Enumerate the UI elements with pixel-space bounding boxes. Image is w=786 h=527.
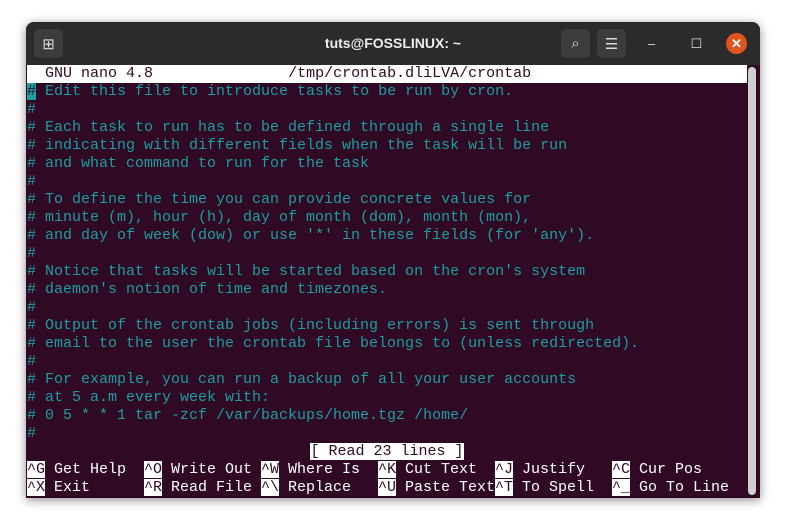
shortcut-key: ^X — [27, 479, 46, 496]
shortcut-item[interactable]: ^C Cur Pos — [612, 461, 729, 479]
shortcut-key: ^G — [27, 461, 46, 478]
close-icon: ✕ — [731, 35, 742, 51]
shortcut-label: Write Out — [162, 461, 253, 478]
hamburger-menu-icon: ☰ — [604, 35, 619, 53]
status-message: [ Read 23 lines ] — [310, 443, 464, 460]
status-line: [ Read 23 lines ] — [27, 443, 747, 461]
shortcut-item[interactable]: ^X Exit — [27, 479, 144, 497]
file-line[interactable]: # Output of the crontab jobs (including … — [27, 317, 747, 335]
file-line[interactable]: # and what command to run for the task — [27, 155, 747, 173]
shortcut-item[interactable]: ^K Cut Text — [378, 461, 495, 479]
file-line[interactable]: # Each task to run has to be defined thr… — [27, 119, 747, 137]
shortcut-label: Get Help — [45, 461, 127, 478]
search-button[interactable]: ⌕ — [561, 29, 590, 58]
minimize-icon: – — [647, 36, 656, 51]
shortcut-label: To Spell — [513, 479, 595, 496]
shortcut-key: ^U — [378, 479, 397, 496]
scrollbar[interactable] — [748, 67, 756, 495]
file-line[interactable]: # and day of week (dow) or use '*' in th… — [27, 227, 747, 245]
shortcut-item[interactable]: ^U Paste Text — [378, 479, 495, 497]
shortcut-label: Replace — [279, 479, 352, 496]
shortcut-key: ^\ — [261, 479, 280, 496]
nano-title-bar: GNU nano 4.8 /tmp/crontab.dliLVA/crontab — [27, 65, 747, 83]
nano-editor[interactable]: GNU nano 4.8 /tmp/crontab.dliLVA/crontab… — [27, 65, 747, 497]
menu-button[interactable]: ☰ — [597, 29, 626, 58]
shortcut-label: Go To Line — [630, 479, 730, 496]
file-line[interactable]: # For example, you can run a backup of a… — [27, 371, 747, 389]
header-bar: ⊞ tuts@FOSSLINUX: ~ ⌕ ☰ – ☐ ✕ — [26, 22, 760, 65]
terminal-window: ⊞ tuts@FOSSLINUX: ~ ⌕ ☰ – ☐ ✕ GNU nano 4… — [26, 22, 760, 498]
file-line[interactable]: # minute (m), hour (h), day of month (do… — [27, 209, 747, 227]
shortcut-label: Read File — [162, 479, 253, 496]
maximize-icon: ☐ — [690, 35, 703, 51]
file-line[interactable]: # — [27, 299, 747, 317]
file-content[interactable]: # Edit this file to introduce tasks to b… — [27, 83, 747, 443]
file-line[interactable]: # at 5 a.m every week with: — [27, 389, 747, 407]
file-line[interactable]: # — [27, 245, 747, 263]
shortcut-key: ^_ — [612, 479, 631, 496]
shortcut-item[interactable]: ^_ Go To Line — [612, 479, 729, 497]
file-line[interactable]: # To define the time you can provide con… — [27, 191, 747, 209]
file-line[interactable]: # daemon's notion of time and timezones. — [27, 281, 747, 299]
shortcut-key: ^W — [261, 461, 280, 478]
shortcut-item[interactable]: ^W Where Is — [261, 461, 378, 479]
file-line[interactable]: # Edit this file to introduce tasks to b… — [27, 83, 747, 101]
shortcut-item[interactable]: ^T To Spell — [495, 479, 612, 497]
shortcut-label: Exit — [45, 479, 91, 496]
file-line[interactable]: # 0 5 * * 1 tar -zcf /var/backups/home.t… — [27, 407, 747, 425]
shortcut-label: Cur Pos — [630, 461, 703, 478]
shortcut-label: Paste Text — [396, 479, 496, 496]
shortcut-key: ^K — [378, 461, 397, 478]
file-line[interactable]: # indicating with different fields when … — [27, 137, 747, 155]
file-line[interactable]: # — [27, 353, 747, 371]
cursor: # — [27, 83, 37, 100]
shortcut-row: ^G Get Help ^O Write Out ^W Where Is ^K Cut… — [27, 461, 747, 479]
shortcut-key: ^C — [612, 461, 631, 478]
shortcut-item[interactable]: ^R Read File — [144, 479, 261, 497]
shortcut-label: Cut Text — [396, 461, 478, 478]
maximize-button[interactable]: ☐ — [686, 33, 707, 54]
file-line[interactable]: # email to the user the crontab file bel… — [27, 335, 747, 353]
file-line[interactable]: # — [27, 173, 747, 191]
shortcut-key: ^O — [144, 461, 163, 478]
file-path: /tmp/crontab.dliLVA/crontab — [288, 65, 532, 82]
nano-version: GNU nano 4.8 — [45, 65, 154, 82]
close-button[interactable]: ✕ — [726, 33, 747, 54]
file-line[interactable]: # — [27, 425, 747, 443]
file-line[interactable]: # Notice that tasks will be started base… — [27, 263, 747, 281]
search-icon: ⌕ — [571, 35, 580, 52]
shortcut-item[interactable]: ^G Get Help — [27, 461, 144, 479]
shortcut-key: ^T — [495, 479, 514, 496]
shortcut-key: ^J — [495, 461, 514, 478]
shortcut-item[interactable]: ^O Write Out — [144, 461, 261, 479]
shortcut-key: ^R — [144, 479, 163, 496]
file-line[interactable]: # — [27, 101, 747, 119]
minimize-button[interactable]: – — [641, 33, 662, 54]
shortcut-label: Where Is — [279, 461, 361, 478]
shortcut-item[interactable]: ^J Justify — [495, 461, 612, 479]
shortcut-row: ^X Exit ^R Read File ^\ Replace ^U Paste Te… — [27, 479, 747, 497]
line-text: Edit this file to introduce tasks to be … — [36, 83, 514, 100]
shortcut-item[interactable]: ^\ Replace — [261, 479, 378, 497]
shortcut-label: Justify — [513, 461, 586, 478]
